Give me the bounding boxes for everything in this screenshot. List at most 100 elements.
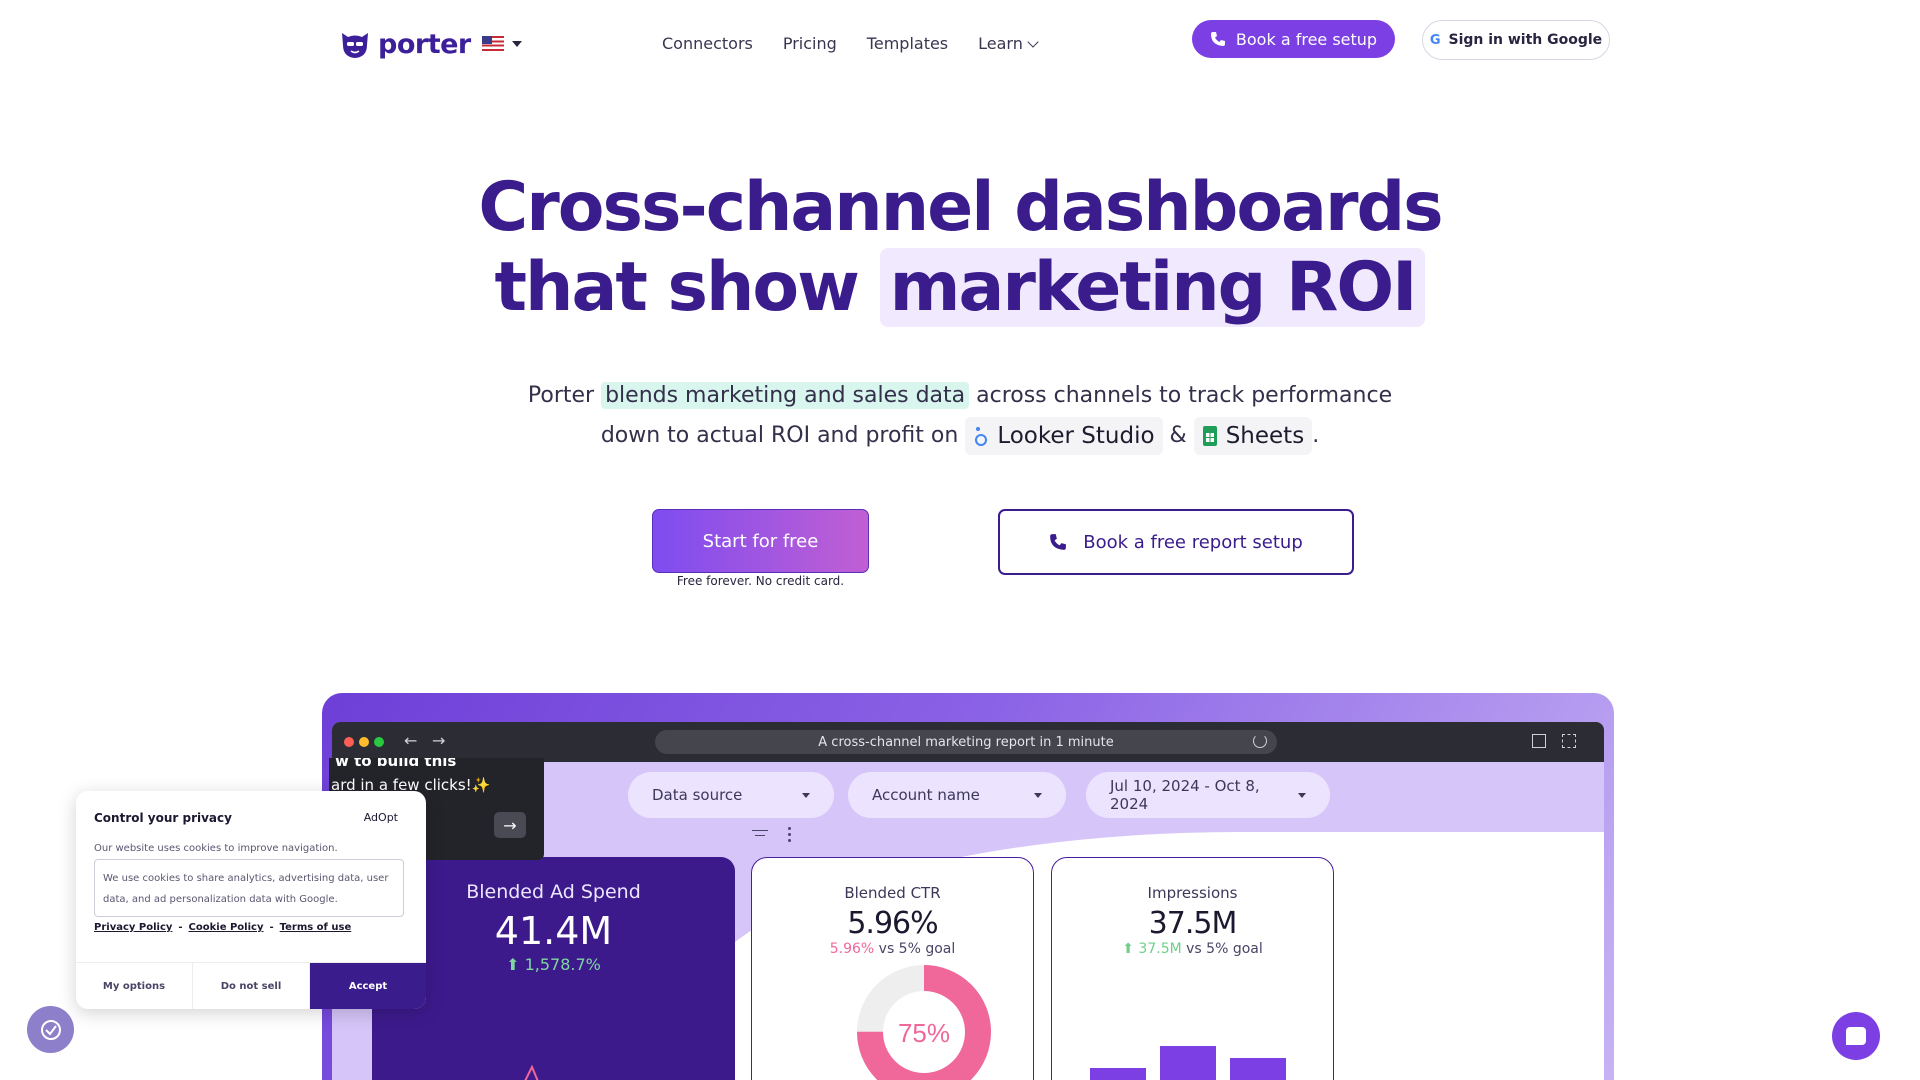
refresh-icon[interactable] — [1253, 734, 1267, 748]
fullscreen-icon[interactable] — [1562, 734, 1576, 748]
cookie-details: We use cookies to share analytics, adver… — [94, 859, 404, 917]
porter-logo[interactable]: porter — [338, 27, 471, 61]
book-setup-label: Book a free setup — [1235, 29, 1378, 49]
impressions-goal-value: ⬆ 37.5M — [1122, 941, 1182, 957]
chart-tools — [752, 827, 791, 842]
dropdown-caret-icon — [802, 792, 810, 798]
dashboard-preview: ← → A cross-channel marketing report in … — [322, 693, 1614, 1080]
cookie-actions: My options Do not sell Accept — [76, 962, 426, 1009]
hero-title-line1: Cross-channel dashboards — [478, 168, 1443, 247]
external-link-icon[interactable] — [1532, 734, 1546, 748]
back-arrow-icon[interactable]: ← — [404, 731, 417, 750]
hero-title-highlight: marketing ROI — [879, 248, 1426, 327]
ctr-goal-value: 5.96% — [829, 941, 875, 957]
forward-arrow-icon[interactable]: → — [432, 731, 445, 750]
privacy-settings-button[interactable] — [27, 1006, 74, 1053]
ad-spend-value: 41.4M — [494, 909, 613, 953]
tooltip-next-button[interactable]: → — [494, 812, 526, 838]
account-name-dropdown[interactable]: Account name — [848, 772, 1066, 818]
google-signin-label: Sign in with Google — [1448, 32, 1603, 48]
impressions-goal: ⬆ 37.5M vs 5% goal — [1052, 941, 1333, 957]
ctr-title: Blended CTR — [844, 884, 941, 902]
us-flag-icon — [482, 36, 504, 51]
url-text: A cross-channel marketing report in 1 mi… — [818, 734, 1114, 750]
privacy-policy-link[interactable]: Privacy Policy — [94, 922, 172, 933]
minimize-dot-icon — [359, 737, 369, 747]
my-options-button[interactable]: My options — [76, 963, 193, 1009]
cookie-intro: Our website uses cookies to improve navi… — [94, 843, 338, 854]
impressions-bar — [1160, 1046, 1216, 1080]
book-setup-button[interactable]: Book a free setup — [1192, 20, 1395, 58]
link-separator: - — [269, 922, 274, 933]
data-source-label: Data source — [652, 786, 743, 804]
account-name-label: Account name — [872, 786, 980, 804]
url-bar[interactable]: A cross-channel marketing report in 1 mi… — [655, 730, 1277, 754]
do-not-sell-button[interactable]: Do not sell — [193, 963, 310, 1009]
ctr-goal: 5.96% vs 5% goal — [752, 941, 1033, 957]
sub-text-1: Porter — [527, 383, 602, 408]
sub-highlight: blends marketing and sales data — [601, 382, 970, 409]
sheets-label: Sheets — [1225, 423, 1305, 449]
looker-studio-chip: Looker Studio — [965, 417, 1163, 455]
impressions-title: Impressions — [1147, 884, 1238, 902]
adopt-brand[interactable]: AdOpt — [364, 811, 398, 824]
data-source-dropdown[interactable]: Data source — [628, 772, 834, 818]
ad-spend-sparkline — [524, 1064, 539, 1080]
hero-title-line2: that show — [494, 248, 880, 327]
sub-text-2: across channels to track performance — [969, 383, 1393, 408]
brand-name: porter — [378, 28, 471, 60]
looker-studio-label: Looker Studio — [997, 423, 1155, 449]
phone-icon — [1050, 534, 1067, 550]
dropdown-caret-icon — [1298, 792, 1306, 798]
nav-link-pricing[interactable]: Pricing — [783, 34, 837, 53]
start-free-note: Free forever. No credit card. — [676, 574, 845, 588]
more-options-icon[interactable] — [788, 827, 791, 842]
ad-spend-title: Blended Ad Spend — [466, 881, 641, 903]
filter-icon[interactable] — [752, 829, 768, 840]
terms-link[interactable]: Terms of use — [280, 922, 352, 933]
google-signin-button[interactable]: G Sign in with Google — [1422, 20, 1610, 60]
nav-link-connectors[interactable]: Connectors — [662, 34, 753, 53]
chat-bubble-icon — [1846, 1027, 1866, 1045]
looker-studio-icon — [975, 427, 988, 446]
link-separator: - — [178, 922, 183, 933]
date-range-label: Jul 10, 2024 - Oct 8, 2024 — [1110, 777, 1260, 813]
browser-toolbar: ← → A cross-channel marketing report in … — [332, 722, 1604, 762]
cookie-banner: Control your privacy AdOpt Our website u… — [76, 791, 426, 1009]
phone-icon — [1210, 32, 1225, 46]
book-report-button[interactable]: Book a free report setup — [998, 509, 1354, 575]
sheets-chip: Sheets — [1193, 417, 1313, 455]
maximize-dot-icon — [374, 737, 384, 747]
hero-title: Cross-channel dashboards that show marke… — [0, 168, 1920, 328]
ctr-donut-label: 75% — [898, 1018, 950, 1048]
ctr-donut-chart: 75% — [857, 965, 991, 1080]
nav-link-learn[interactable]: Learn — [978, 34, 1039, 53]
cookie-policy-link[interactable]: Cookie Policy — [189, 922, 264, 933]
chevron-down-icon — [1027, 35, 1039, 48]
cookie-links: Privacy Policy - Cookie Policy - Terms o… — [94, 922, 351, 933]
google-sheets-icon — [1202, 426, 1217, 446]
ctr-value: 5.96% — [847, 906, 938, 941]
accept-cookies-button[interactable]: Accept — [310, 963, 426, 1009]
language-selector[interactable] — [482, 36, 522, 51]
ad-spend-card: Blended Ad Spend 41.4M ⬆ 1,578.7% — [372, 857, 735, 1080]
porter-cat-icon — [342, 33, 368, 58]
main-menu: Connectors Pricing Templates Learn — [662, 34, 1039, 53]
start-free-button[interactable]: Start for free — [652, 509, 869, 573]
top-nav: porter Connectors Pricing Templates Lear… — [0, 0, 1920, 90]
chat-button[interactable] — [1832, 1012, 1880, 1060]
ampersand: & — [1169, 423, 1187, 448]
google-icon: G — [1429, 32, 1441, 48]
close-dot-icon — [344, 737, 354, 747]
impressions-bar — [1230, 1058, 1286, 1080]
nav-link-templates[interactable]: Templates — [867, 34, 948, 53]
ctr-goal-text: vs 5% goal — [874, 941, 956, 957]
caret-down-icon — [512, 40, 522, 47]
period: . — [1312, 423, 1320, 448]
nav-link-learn-label: Learn — [978, 34, 1023, 53]
impressions-goal-text: vs 5% goal — [1181, 941, 1263, 957]
ad-spend-change: ⬆ 1,578.7% — [506, 955, 601, 974]
book-report-label: Book a free report setup — [1083, 531, 1303, 553]
date-range-dropdown[interactable]: Jul 10, 2024 - Oct 8, 2024 — [1086, 772, 1330, 818]
impressions-bar-chart — [1090, 1036, 1333, 1080]
